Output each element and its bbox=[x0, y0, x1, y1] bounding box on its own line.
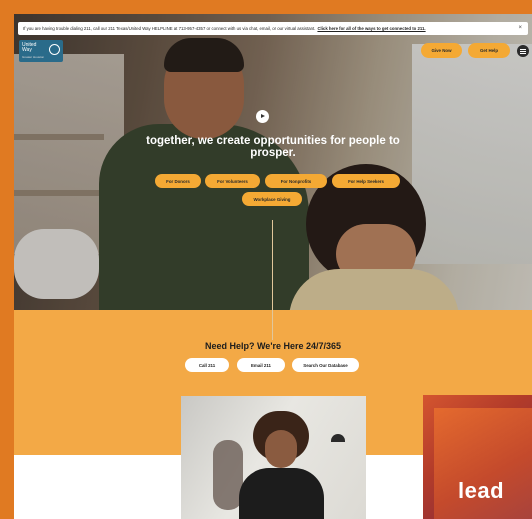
photo-woman-body bbox=[239, 468, 324, 519]
for-help-seekers-button[interactable]: For Help Seekers bbox=[332, 174, 400, 188]
for-nonprofits-button[interactable]: For Nonprofits bbox=[265, 174, 327, 188]
call-center-photo bbox=[181, 396, 366, 519]
email-211-button[interactable]: Email 211 bbox=[237, 358, 285, 372]
alert-link[interactable]: Click here for all of the ways to get co… bbox=[317, 26, 425, 31]
photo-woman-with-headset bbox=[265, 430, 297, 468]
photo-lamp bbox=[331, 434, 345, 442]
logo-text-line2: Way bbox=[22, 47, 32, 53]
hero-overlay bbox=[14, 14, 532, 310]
workplace-giving-button[interactable]: Workplace Giving bbox=[242, 192, 302, 206]
promo-text: lead bbox=[458, 478, 505, 503]
alert-bar: If you are having trouble dialing 211, c… bbox=[18, 22, 528, 35]
hero-title: together, we create opportunities for pe… bbox=[146, 135, 400, 159]
get-help-button[interactable]: Get Help bbox=[468, 43, 510, 58]
for-volunteers-button[interactable]: For Volunteers bbox=[205, 174, 260, 188]
give-now-button[interactable]: Give Now bbox=[421, 43, 462, 58]
play-video-icon[interactable] bbox=[256, 110, 269, 123]
logo-subtitle: Greater Houston bbox=[22, 55, 45, 59]
menu-icon[interactable] bbox=[517, 45, 529, 57]
help-title: Need Help? We're Here 24/7/365 bbox=[204, 341, 342, 351]
united-way-logo[interactable]: United Way Greater Houston bbox=[19, 40, 63, 62]
close-icon[interactable]: × bbox=[518, 25, 522, 31]
call-211-button[interactable]: Call 211 bbox=[185, 358, 229, 372]
alert-text: If you are having trouble dialing 211, c… bbox=[23, 26, 316, 31]
hero-section: If you are having trouble dialing 211, c… bbox=[14, 14, 532, 310]
search-database-button[interactable]: Search Our Database bbox=[292, 358, 359, 372]
section-divider bbox=[272, 220, 273, 340]
logo-emblem-icon bbox=[49, 44, 60, 55]
for-donors-button[interactable]: For Donors bbox=[155, 174, 201, 188]
